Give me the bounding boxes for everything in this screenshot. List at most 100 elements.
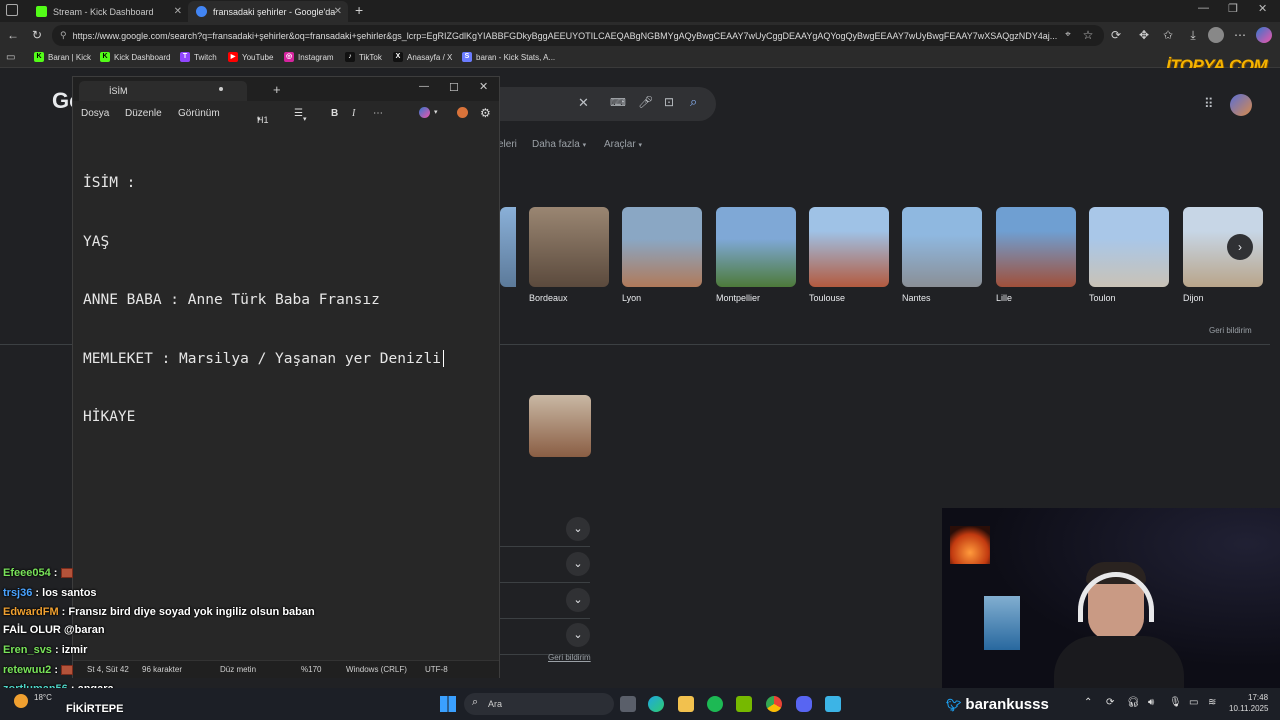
google-search-box[interactable]: ✕ ⌨ 🎤︎ ⊡ ⌕ — [480, 87, 716, 121]
spotify-icon[interactable] — [707, 696, 723, 712]
new-tab-icon[interactable]: + — [355, 2, 363, 18]
close-window-icon[interactable]: ✕ — [1258, 2, 1267, 15]
account-icon[interactable] — [457, 107, 468, 118]
result-thumbnail[interactable] — [529, 395, 591, 457]
close-tab-icon[interactable]: ✕ — [174, 6, 182, 17]
search-icon[interactable]: ⌕ — [690, 94, 697, 110]
city-card-partial[interactable] — [500, 207, 516, 287]
bookmark-baran-kick[interactable]: K Baran | Kick — [34, 52, 91, 62]
new-tab-icon[interactable]: + — [273, 82, 281, 97]
back-icon[interactable]: ← — [5, 27, 21, 43]
start-windows-icon[interactable] — [440, 696, 456, 712]
clock-time[interactable]: 17:48 — [1248, 693, 1268, 702]
expand-chevron-icon[interactable]: ⌄ — [566, 517, 590, 541]
favorites-icon[interactable]: ✩ — [1160, 27, 1176, 43]
headset-icon[interactable]: 🎧︎ — [1127, 697, 1140, 708]
bookmark-kick-stats[interactable]: Sbaran - Kick Stats, A... — [462, 52, 555, 62]
chrome-icon[interactable] — [766, 696, 782, 712]
notepad-window[interactable]: İSİM + — ☐ ✕ Dosya Düzenle Görünüm H1 ▾ … — [72, 76, 500, 678]
tab-kick-dashboard[interactable]: Stream - Kick Dashboard ✕ — [28, 1, 188, 22]
settings-gear-icon[interactable]: ⚙ — [480, 106, 491, 120]
minimize-icon[interactable]: — — [419, 81, 429, 92]
chevron-down-icon[interactable]: ▾ — [434, 108, 438, 116]
feedback-link[interactable]: Geri bildirim — [548, 653, 591, 662]
nav-tools[interactable]: Araçlar ▾ — [604, 139, 642, 150]
minimize-window-icon[interactable]: — — [1198, 2, 1209, 14]
notepad-taskbar-icon[interactable] — [825, 696, 841, 712]
text-mode[interactable]: Düz metin — [220, 665, 256, 674]
expand-chevron-icon[interactable]: ⌄ — [566, 588, 590, 612]
tray-overflow-icon[interactable]: ⌃ — [1084, 697, 1092, 708]
weather-temp[interactable]: 18°C — [34, 693, 52, 702]
city-card-toulon[interactable]: Toulon — [1089, 207, 1169, 303]
apps-grid-icon[interactable]: ⠿ — [1204, 96, 1214, 112]
tab-actions-icon[interactable] — [6, 4, 18, 16]
microphone-icon[interactable]: 🎙︎ — [1169, 697, 1182, 708]
copilot-icon[interactable] — [419, 107, 430, 118]
notepad-tab[interactable]: İSİM — [79, 81, 247, 101]
restore-window-icon[interactable]: ❐ — [1228, 2, 1238, 15]
task-view-icon[interactable] — [620, 696, 636, 712]
tab-google-search[interactable]: fransadaki şehirler - Google'da Ar ✕ — [188, 1, 348, 22]
bookmark-kick-dashboard[interactable]: K Kick Dashboard — [100, 52, 170, 62]
expand-chevron-icon[interactable]: ⌄ — [566, 552, 590, 576]
copilot-icon[interactable] — [1256, 27, 1272, 43]
location-icon[interactable]: ⌖ — [1060, 27, 1076, 43]
bookmark-star-icon[interactable]: ☆ — [1080, 27, 1096, 43]
menu-file[interactable]: Dosya — [81, 108, 109, 119]
bookmark-youtube[interactable]: ▶ YouTube — [228, 52, 273, 62]
encoding[interactable]: UTF-8 — [425, 665, 448, 674]
menu-edit[interactable]: Düzenle — [125, 108, 162, 119]
profile-avatar-icon[interactable] — [1208, 27, 1224, 43]
sync-icon[interactable]: ⟳ — [1106, 697, 1114, 708]
discord-icon[interactable] — [796, 696, 812, 712]
menu-view[interactable]: Görünüm — [178, 108, 220, 119]
city-card-lyon[interactable]: Lyon — [622, 207, 702, 303]
lens-search-icon[interactable]: ⊡ — [664, 95, 674, 109]
voice-search-icon[interactable]: 🎤︎ — [638, 95, 653, 109]
bold-icon[interactable]: B — [331, 108, 338, 119]
close-icon[interactable]: ✕ — [479, 80, 488, 93]
italic-icon[interactable]: I — [352, 108, 355, 119]
clock-date[interactable]: 10.11.2025 — [1229, 704, 1268, 713]
notepad-text-area[interactable]: İSİM : YAŞ ANNE BABA : Anne Türk Baba Fr… — [83, 135, 493, 467]
bookmark-x[interactable]: X Anasayfa / X — [393, 52, 452, 62]
wifi-icon[interactable]: ≋ — [1208, 697, 1216, 708]
more-menu-icon[interactable]: ⋯ — [1232, 27, 1248, 43]
bookmark-twitch[interactable]: T Twitch — [180, 52, 217, 62]
more-options-icon[interactable]: ⋯ — [373, 108, 383, 119]
file-explorer-icon[interactable] — [678, 696, 694, 712]
nav-tab-partial[interactable]: eleri — [498, 139, 517, 150]
edge-browser-icon[interactable] — [648, 696, 664, 712]
reading-mode-icon[interactable]: ▭ — [6, 52, 15, 63]
expand-chevron-icon[interactable]: ⌄ — [566, 623, 590, 647]
account-avatar[interactable] — [1230, 94, 1252, 116]
city-card-bordeaux[interactable]: Bordeaux — [529, 207, 609, 303]
zoom-level[interactable]: %170 — [301, 665, 321, 674]
carousel-next-icon[interactable]: › — [1227, 234, 1253, 260]
notepad-titlebar[interactable]: İSİM + — ☐ ✕ — [73, 77, 499, 101]
bookmark-instagram[interactable]: ◎ Instagram — [284, 52, 334, 62]
city-card-dijon[interactable]: Dijon — [1183, 207, 1263, 303]
list-format-icon[interactable]: ☰ ▾ — [294, 108, 306, 123]
address-bar[interactable]: ⚲ https://www.google.com/search?q=fransa… — [52, 25, 1104, 46]
city-card-lille[interactable]: Lille — [996, 207, 1076, 303]
reload-icon[interactable]: ↻ — [29, 27, 45, 43]
download-icon[interactable]: ⤓ — [1185, 27, 1201, 43]
city-card-nantes[interactable]: Nantes — [902, 207, 982, 303]
nvidia-icon[interactable] — [736, 696, 752, 712]
clear-search-icon[interactable]: ✕ — [578, 95, 589, 111]
extension-icon[interactable]: ✥ — [1136, 27, 1152, 43]
feedback-link[interactable]: Geri bildirim — [1209, 326, 1252, 335]
bookmark-tiktok[interactable]: ♪ TikTok — [345, 52, 382, 62]
line-ending[interactable]: Windows (CRLF) — [346, 665, 407, 674]
display-icon[interactable]: ▭ — [1189, 697, 1198, 708]
taskbar-search[interactable]: ⌕ Ara — [464, 693, 614, 715]
close-tab-icon[interactable]: ✕ — [334, 6, 342, 17]
volume-icon[interactable]: 🔊︎ — [1148, 697, 1154, 708]
city-card-toulouse[interactable]: Toulouse — [809, 207, 889, 303]
nav-more[interactable]: Daha fazla ▾ — [532, 139, 586, 150]
unsaved-dot-icon[interactable] — [219, 87, 223, 91]
refresh-extension-icon[interactable]: ⟳ — [1108, 27, 1124, 43]
weather-widget-icon[interactable] — [14, 694, 28, 708]
